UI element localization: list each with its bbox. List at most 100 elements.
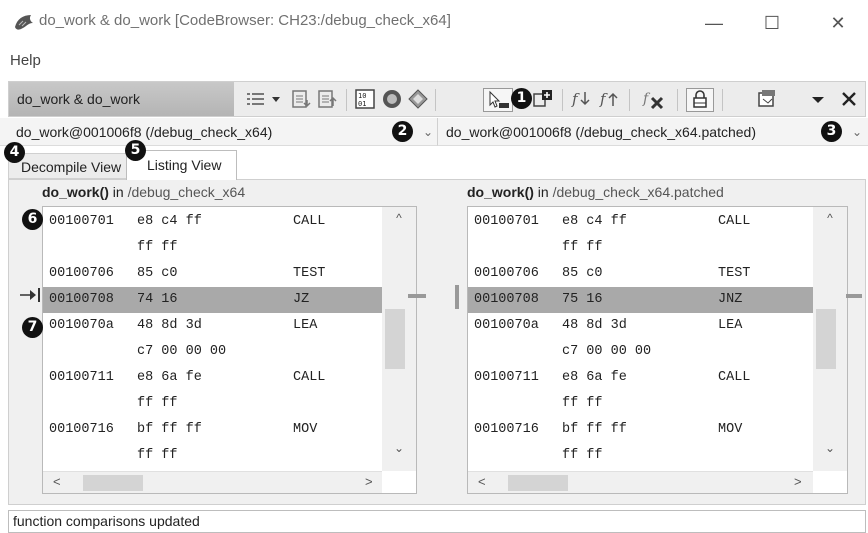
delete-function-icon[interactable]: f bbox=[642, 88, 668, 110]
callout-badge-6: 6 bbox=[22, 209, 43, 230]
scroll-up-icon[interactable]: ^ bbox=[813, 211, 847, 225]
row-mnemonic: LEA bbox=[718, 318, 743, 333]
import-icon[interactable] bbox=[317, 88, 337, 110]
divider-handle-icon[interactable] bbox=[455, 285, 459, 309]
listing-row[interactable]: 0010070a 48 8d 3d LEA bbox=[468, 313, 813, 339]
svg-text:f: f bbox=[642, 91, 651, 107]
listing-row[interactable]: ff ff bbox=[43, 391, 382, 417]
row-address: 00100708 bbox=[474, 292, 539, 307]
listing-row[interactable]: 00100711 e8 6a fe CALL bbox=[43, 365, 382, 391]
listing-row[interactable]: ff ff bbox=[43, 235, 382, 261]
scroll-thumb[interactable] bbox=[83, 475, 143, 491]
listing-row[interactable]: ff ff bbox=[43, 443, 382, 469]
scroll-down-icon[interactable]: ⌄ bbox=[813, 441, 847, 455]
menu-bar: Help bbox=[0, 48, 868, 74]
row-bytes: ff ff bbox=[137, 396, 178, 411]
listing-row[interactable]: 00100716 bf ff ff MOV bbox=[43, 417, 382, 443]
binary-icon[interactable]: 10 01 bbox=[355, 88, 375, 110]
left-program-selector[interactable]: do_work@001006f8 (/debug_check_x64) ⌄ bbox=[0, 118, 437, 146]
diff-marker-icon bbox=[408, 294, 426, 298]
scroll-up-icon[interactable]: ^ bbox=[382, 211, 416, 225]
scroll-right-icon[interactable]: > bbox=[794, 474, 802, 489]
window-title: do_work & do_work [CodeBrowser: CH23:/de… bbox=[39, 12, 451, 29]
tab-decompile-view[interactable]: Decompile View bbox=[8, 153, 131, 179]
listing-row[interactable]: 00100716 bf ff ff MOV bbox=[468, 417, 813, 443]
close-panel-icon[interactable] bbox=[840, 88, 858, 110]
left-program-label: do_work@001006f8 (/debug_check_x64) bbox=[16, 124, 273, 140]
cursor-select-icon[interactable] bbox=[483, 88, 513, 112]
row-address: 00100708 bbox=[49, 292, 114, 307]
down-arrow-f-icon[interactable]: f bbox=[571, 88, 593, 110]
minimize-button[interactable]: — bbox=[691, 8, 737, 38]
row-bytes: 74 16 bbox=[137, 292, 178, 307]
right-listing-panel[interactable]: ff ff 00100716 bf ff ff MOV ff ff 00100711 e8 … bbox=[467, 206, 848, 494]
scroll-left-icon[interactable]: < bbox=[53, 474, 61, 489]
listing-row[interactable]: 00100708 74 16 JZ bbox=[43, 287, 382, 313]
maximize-button[interactable]: ☐ bbox=[749, 8, 795, 38]
status-text: function comparisons updated bbox=[13, 513, 200, 529]
scroll-left-icon[interactable]: < bbox=[478, 474, 486, 489]
row-address: 00100711 bbox=[474, 370, 539, 385]
up-arrow-f-icon[interactable]: f bbox=[599, 88, 621, 110]
toolbar-separator bbox=[346, 89, 347, 111]
right-horizontal-scrollbar[interactable]: < > bbox=[468, 471, 813, 493]
right-function-name: do_work() bbox=[467, 184, 534, 200]
right-program-selector[interactable]: do_work@001006f8 (/debug_check_x64.patch… bbox=[437, 118, 868, 146]
list-menu-icon[interactable] bbox=[247, 88, 265, 110]
export-icon[interactable] bbox=[291, 88, 311, 110]
row-mnemonic: MOV bbox=[293, 422, 318, 437]
listing-row[interactable]: ff ff bbox=[468, 391, 813, 417]
row-address: 00100716 bbox=[49, 422, 114, 437]
listing-row[interactable]: ff ff bbox=[468, 443, 813, 469]
row-bytes: ff ff bbox=[562, 396, 603, 411]
left-vertical-scrollbar[interactable]: ^ ⌄ bbox=[382, 207, 416, 471]
svg-text:01: 01 bbox=[358, 100, 366, 108]
left-listing-panel[interactable]: ff ff 00100716 bf ff ff MOV ff ff 00100711 e8 … bbox=[42, 206, 417, 494]
title-bar: do_work & do_work [CodeBrowser: CH23:/de… bbox=[0, 0, 868, 46]
listing-row[interactable]: 00100711 e8 6a fe CALL bbox=[468, 365, 813, 391]
snapshot-icon[interactable] bbox=[756, 88, 778, 110]
scroll-down-icon[interactable]: ⌄ bbox=[382, 441, 416, 455]
left-horizontal-scrollbar[interactable]: < > bbox=[43, 471, 382, 493]
scroll-right-icon[interactable]: > bbox=[365, 474, 373, 489]
listing-row[interactable]: 0010070a 48 8d 3d LEA bbox=[43, 313, 382, 339]
chevron-down-icon[interactable]: ⌄ bbox=[423, 118, 433, 146]
left-function-name: do_work() bbox=[42, 184, 109, 200]
callout-badge-3: 3 bbox=[821, 121, 842, 142]
diff-marker-icon bbox=[846, 294, 862, 298]
row-mnemonic: CALL bbox=[718, 370, 751, 385]
menu-down-icon[interactable] bbox=[810, 88, 826, 110]
scroll-thumb[interactable] bbox=[816, 309, 836, 369]
callout-badge-5: 5 bbox=[125, 140, 146, 161]
row-mnemonic: TEST bbox=[293, 266, 326, 281]
listing-row[interactable]: c7 00 00 00 bbox=[43, 339, 382, 365]
row-bytes: bf ff ff bbox=[562, 422, 627, 437]
toolbar: do_work & do_work 10 01 1 f f f bbox=[8, 81, 866, 117]
close-button[interactable]: ✕ bbox=[815, 8, 861, 38]
scroll-thumb[interactable] bbox=[385, 309, 405, 369]
listing-row[interactable]: 00100706 85 c0 TEST bbox=[468, 261, 813, 287]
right-vertical-scrollbar[interactable]: ^ ⌄ bbox=[813, 207, 847, 471]
left-panel-header: do_work() in /debug_check_x64 bbox=[42, 184, 245, 200]
svg-text:f: f bbox=[571, 90, 580, 108]
listing-row[interactable]: 00100706 85 c0 TEST bbox=[43, 261, 382, 287]
row-mnemonic: TEST bbox=[718, 266, 751, 281]
row-mnemonic: LEA bbox=[293, 318, 318, 333]
scroll-thumb[interactable] bbox=[508, 475, 568, 491]
row-bytes: e8 6a fe bbox=[137, 370, 202, 385]
left-in-text: in bbox=[108, 184, 128, 200]
listing-row[interactable]: 00100701 e8 c4 ff CALL bbox=[468, 209, 813, 235]
menu-help[interactable]: Help bbox=[10, 52, 41, 69]
listing-row[interactable]: ff ff bbox=[468, 235, 813, 261]
circle-icon[interactable] bbox=[381, 88, 403, 110]
listing-row[interactable]: c7 00 00 00 bbox=[468, 339, 813, 365]
row-mnemonic: JZ bbox=[293, 292, 310, 307]
chevron-down-icon[interactable]: ⌄ bbox=[852, 118, 862, 146]
diamond-icon[interactable] bbox=[407, 88, 429, 110]
row-bytes: c7 00 00 00 bbox=[137, 344, 227, 359]
lock-icon[interactable] bbox=[686, 88, 714, 112]
add-function-icon[interactable] bbox=[533, 88, 555, 110]
dropdown-arrow-icon[interactable] bbox=[271, 88, 281, 110]
listing-row[interactable]: 00100701 e8 c4 ff CALL bbox=[43, 209, 382, 235]
listing-row[interactable]: 00100708 75 16 JNZ bbox=[468, 287, 813, 313]
